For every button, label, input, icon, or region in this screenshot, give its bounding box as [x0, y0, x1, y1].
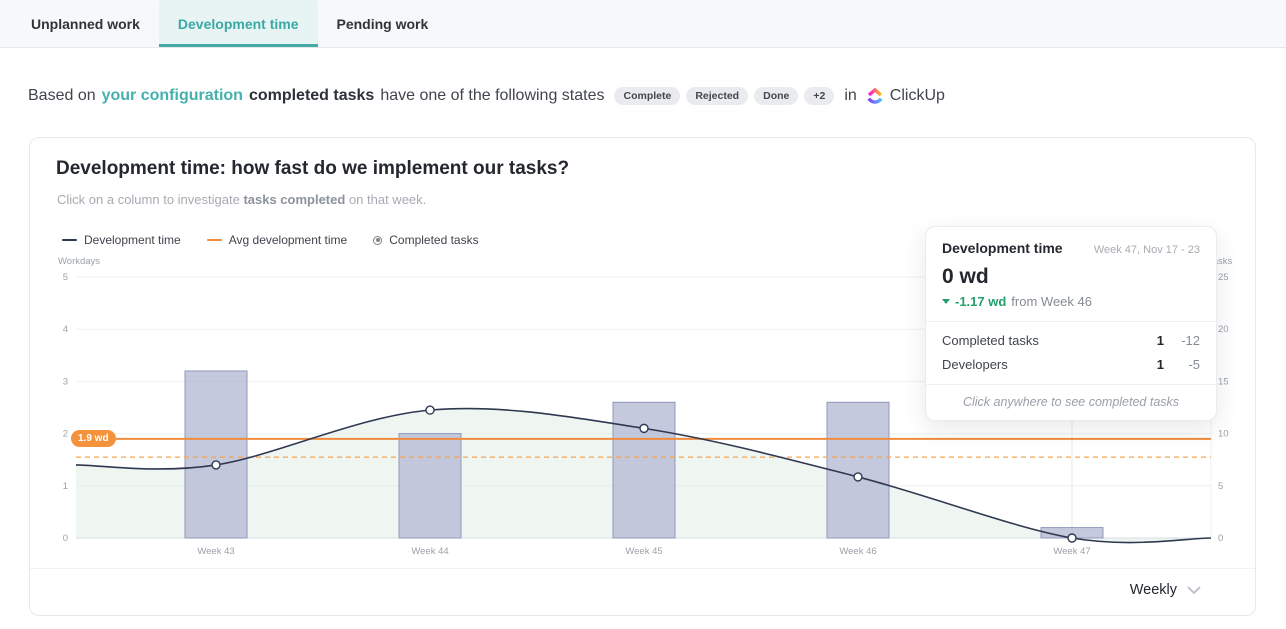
svg-text:20: 20 — [1218, 324, 1229, 335]
svg-text:1: 1 — [63, 481, 68, 492]
row-label: Completed tasks — [942, 333, 1134, 348]
subtitle-bold: tasks completed — [243, 192, 345, 207]
bar-week-45[interactable] — [613, 402, 675, 538]
svg-text:15: 15 — [1218, 376, 1229, 387]
svg-text:10: 10 — [1218, 429, 1229, 440]
chart-tooltip: Development time Week 47, Nov 17 - 23 0 … — [925, 226, 1217, 421]
banner-connector: in — [844, 87, 856, 105]
tooltip-row-completed-tasks: Completed tasks 1 -12 — [942, 333, 1200, 348]
line-swatch-icon — [62, 239, 77, 242]
legend-development-time[interactable]: Development time — [62, 233, 181, 247]
divider — [926, 321, 1216, 322]
row-delta: -5 — [1164, 357, 1200, 372]
marker-swatch-icon — [373, 236, 382, 245]
legend-completed-tasks[interactable]: Completed tasks — [373, 233, 478, 247]
svg-text:Week 43: Week 43 — [197, 546, 234, 557]
svg-text:Week 44: Week 44 — [411, 546, 448, 557]
tooltip-delta-reference: from Week 46 — [1011, 294, 1092, 309]
legend-avg-development-time[interactable]: Avg development time — [207, 233, 348, 247]
tab-bar: Unplanned work Development time Pending … — [0, 0, 1286, 48]
config-banner: Based on your configuration completed ta… — [28, 84, 945, 108]
svg-text:5: 5 — [1218, 481, 1223, 492]
tooltip-footer: Click anywhere to see completed tasks — [942, 385, 1200, 420]
banner-prefix: Based on — [28, 87, 96, 105]
svg-text:Workdays: Workdays — [58, 256, 100, 267]
svg-text:3: 3 — [63, 376, 68, 387]
chart-legend: Development time Avg development time Co… — [62, 233, 479, 247]
avg-development-time-badge: 1.9 wd — [71, 430, 116, 447]
frequency-label: Weekly — [1130, 582, 1177, 598]
svg-text:5: 5 — [63, 272, 68, 283]
state-pill-complete: Complete — [614, 87, 680, 105]
banner-middle-text: have one of the following states — [380, 87, 604, 105]
row-value: 1 — [1134, 333, 1164, 348]
row-label: Developers — [942, 357, 1134, 372]
frequency-selector[interactable]: Weekly — [1130, 579, 1201, 601]
state-pill-rejected: Rejected — [686, 87, 748, 105]
tab-unplanned-work[interactable]: Unplanned work — [12, 0, 159, 47]
state-pills: Complete Rejected Done +2 — [614, 87, 834, 105]
chevron-down-icon — [1187, 586, 1201, 595]
svg-text:0: 0 — [63, 533, 68, 544]
row-delta: -12 — [1164, 333, 1200, 348]
clickup-logo-icon — [866, 87, 884, 105]
bar-week-43[interactable] — [185, 371, 247, 538]
svg-text:2: 2 — [63, 429, 68, 440]
legend-label: Development time — [84, 233, 181, 247]
tab-pending-work[interactable]: Pending work — [318, 0, 448, 47]
svg-text:4: 4 — [63, 324, 68, 335]
state-pill-more[interactable]: +2 — [804, 87, 834, 105]
svg-text:0: 0 — [1218, 533, 1223, 544]
row-value: 1 — [1134, 357, 1164, 372]
subtitle-suffix: on that week. — [349, 192, 426, 207]
tooltip-period: Week 47, Nov 17 - 23 — [1094, 244, 1200, 256]
integration-name: ClickUp — [890, 87, 945, 105]
tooltip-row-developers: Developers 1 -5 — [942, 357, 1200, 372]
tooltip-delta-value: -1.17 wd — [955, 294, 1006, 309]
tooltip-value: 0 wd — [942, 265, 1200, 289]
bar-week-46[interactable] — [827, 402, 889, 538]
line-swatch-icon — [207, 239, 222, 242]
bar-week-44[interactable] — [399, 434, 461, 538]
banner-bold-text: completed tasks — [249, 87, 374, 105]
svg-text:25: 25 — [1218, 272, 1229, 283]
legend-label: Avg development time — [229, 233, 348, 247]
tooltip-title: Development time — [942, 240, 1063, 256]
card-title: Development time: how fast do we impleme… — [56, 158, 569, 180]
svg-text:Week 46: Week 46 — [839, 546, 876, 557]
tooltip-delta: -1.17 wd from Week 46 — [942, 294, 1200, 309]
legend-label: Completed tasks — [389, 233, 478, 247]
svg-text:Week 45: Week 45 — [625, 546, 662, 557]
divider — [30, 568, 1255, 569]
configuration-link[interactable]: your configuration — [102, 87, 243, 105]
tab-development-time[interactable]: Development time — [159, 0, 318, 47]
card-subtitle: Click on a column to investigate tasks c… — [57, 192, 426, 207]
svg-text:Week 47: Week 47 — [1053, 546, 1090, 557]
trend-down-icon — [942, 299, 950, 304]
subtitle-prefix: Click on a column to investigate — [57, 192, 240, 207]
state-pill-done: Done — [754, 87, 798, 105]
